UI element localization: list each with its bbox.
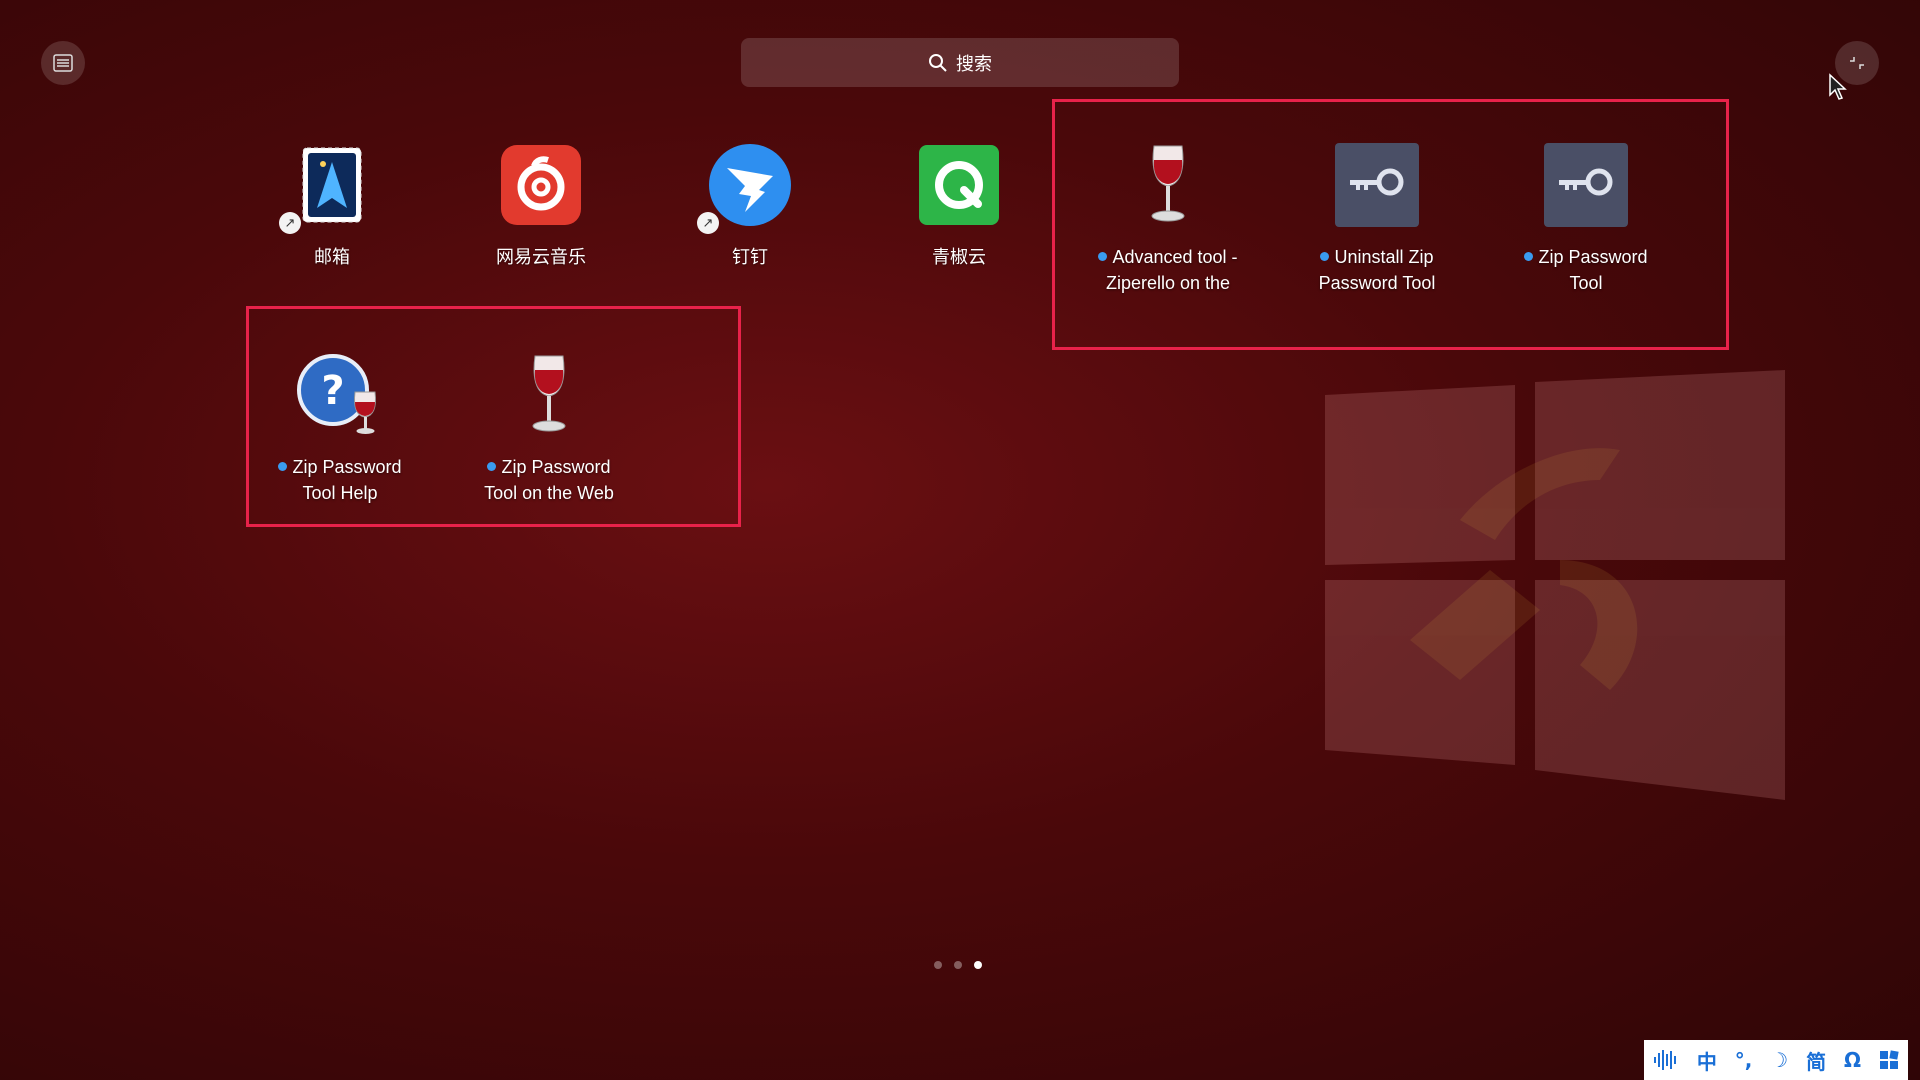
app-label: 青椒云 bbox=[932, 247, 986, 267]
page-indicator bbox=[934, 961, 982, 969]
ime-chinese-mode[interactable]: 中 bbox=[1697, 1046, 1717, 1075]
app-netease-music[interactable]: 网易云音乐 bbox=[446, 142, 636, 270]
ime-punctuation[interactable]: °, bbox=[1735, 1048, 1753, 1072]
page-dot[interactable] bbox=[934, 961, 942, 969]
new-badge bbox=[1098, 252, 1108, 261]
ime-halfwidth[interactable]: ☽ bbox=[1770, 1048, 1788, 1072]
voice-input-icon[interactable] bbox=[1653, 1049, 1679, 1071]
grid-icon[interactable] bbox=[1879, 1050, 1899, 1070]
new-badge bbox=[487, 462, 497, 471]
app-dingtalk[interactable]: ↗ 钉钉 bbox=[655, 142, 845, 270]
app-qingjiao-cloud[interactable]: 青椒云 bbox=[864, 142, 1054, 270]
netease-music-icon bbox=[501, 145, 581, 225]
help-wine-icon: ? bbox=[297, 354, 376, 434]
new-badge bbox=[1524, 252, 1534, 261]
collapse-icon bbox=[1850, 57, 1864, 69]
key-icon bbox=[1544, 143, 1628, 227]
ime-toolbar: 中 °, ☽ 简 Ω bbox=[1644, 1040, 1908, 1080]
app-label: Zip Password Tool bbox=[1491, 244, 1681, 296]
key-icon bbox=[1335, 143, 1419, 227]
app-label: Uninstall Zip Password Tool bbox=[1318, 247, 1436, 293]
app-zip-password-tool-help[interactable]: ? Zip Password Tool Help bbox=[245, 352, 435, 506]
mail-icon bbox=[302, 147, 362, 223]
new-badge bbox=[278, 462, 288, 471]
list-icon bbox=[53, 54, 73, 72]
app-label: Advanced tool - Ziperello on the bbox=[1073, 244, 1263, 296]
page-dot-active[interactable] bbox=[974, 961, 982, 969]
category-view-button[interactable] bbox=[41, 41, 85, 85]
app-label: 网易云音乐 bbox=[496, 247, 586, 267]
svg-text:?: ? bbox=[321, 368, 344, 414]
search-placeholder: 搜索 bbox=[956, 53, 992, 75]
dingtalk-icon bbox=[709, 144, 791, 226]
app-label: 钉钉 bbox=[732, 247, 768, 267]
app-label: Zip Password Tool on the Web bbox=[484, 457, 614, 503]
page-dot[interactable] bbox=[954, 961, 962, 969]
app-label: Zip Password Tool Help bbox=[245, 454, 435, 506]
search-bar[interactable]: 搜索 bbox=[741, 38, 1179, 87]
app-uninstall-zip-password-tool[interactable]: Uninstall Zip Password Tool bbox=[1282, 142, 1472, 296]
search-icon bbox=[929, 53, 947, 72]
wine-glass-icon bbox=[1151, 145, 1185, 222]
shortcut-icon: ↗ bbox=[279, 212, 301, 234]
wine-glass-icon bbox=[532, 355, 566, 432]
app-advanced-ziperello[interactable]: Advanced tool - Ziperello on the bbox=[1073, 142, 1263, 296]
ime-special-chars[interactable]: Ω bbox=[1844, 1048, 1861, 1072]
app-zip-password-tool[interactable]: Zip Password Tool bbox=[1491, 142, 1681, 296]
new-badge bbox=[1320, 252, 1330, 261]
app-mail[interactable]: ↗ 邮箱 bbox=[237, 142, 427, 270]
app-zip-password-tool-web[interactable]: Zip Password Tool on the Web bbox=[454, 352, 644, 506]
mouse-cursor-icon bbox=[1829, 73, 1847, 100]
shortcut-icon: ↗ bbox=[697, 212, 719, 234]
ime-simplified[interactable]: 简 bbox=[1806, 1046, 1826, 1075]
qingjiao-cloud-icon bbox=[919, 145, 999, 225]
app-label: 邮箱 bbox=[314, 247, 350, 267]
